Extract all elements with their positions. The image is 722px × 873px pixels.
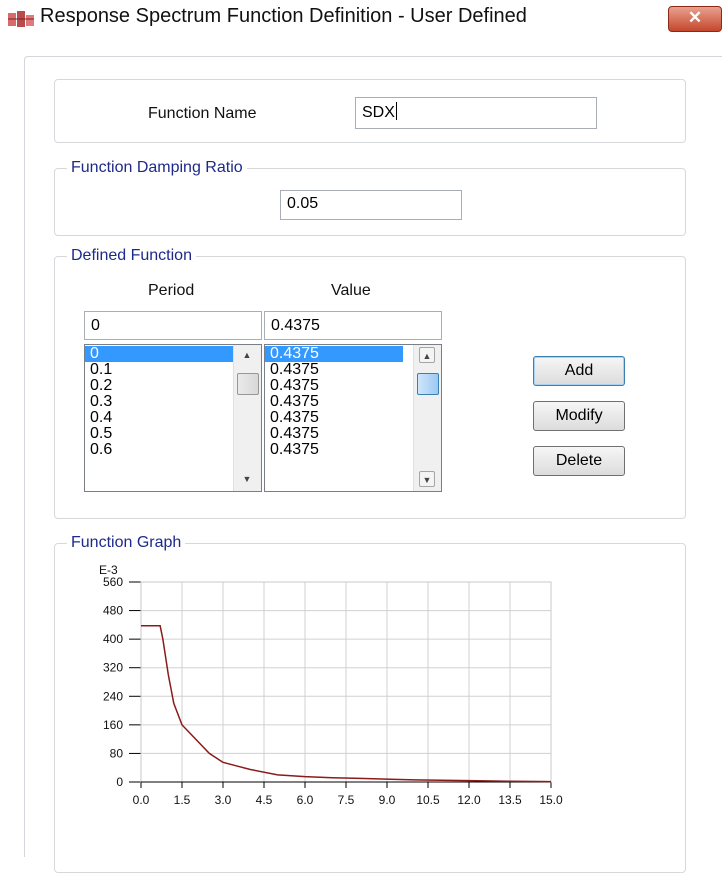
y-tick-label: 400 [103, 632, 123, 646]
delete-button[interactable]: Delete [533, 446, 625, 476]
period-input[interactable]: 0 [84, 311, 262, 340]
damping-ratio-value: 0.05 [287, 195, 319, 212]
title-bar: Response Spectrum Function Definition - … [0, 0, 722, 38]
scroll-down-icon[interactable]: ▼ [419, 471, 435, 487]
period-listbox[interactable]: 0 0.1 0.2 0.3 0.4 0.5 0.6 ▲ ▼ [84, 344, 262, 492]
x-tick-label: 0.0 [133, 793, 150, 807]
close-button[interactable]: ✕ [668, 6, 722, 32]
text-caret [395, 102, 397, 120]
period-input-value: 0 [91, 317, 100, 334]
y-tick-label: 240 [103, 689, 123, 703]
value-listbox[interactable]: 0.4375 0.4375 0.4375 0.4375 0.4375 0.437… [264, 344, 442, 492]
y-tick-label: 80 [110, 746, 124, 760]
function-name-label: Function Name [148, 105, 257, 122]
value-scrollbar[interactable]: ▲ ▼ [413, 345, 441, 491]
app-icon [8, 11, 34, 27]
x-tick-label: 4.5 [256, 793, 273, 807]
damping-ratio-title: Function Damping Ratio [67, 159, 247, 177]
damping-ratio-input[interactable]: 0.05 [280, 190, 462, 220]
add-button[interactable]: Add [533, 356, 625, 386]
function-name-value: SDX [362, 104, 395, 121]
x-tick-label: 3.0 [215, 793, 232, 807]
y-multiplier-label: E-3 [99, 563, 118, 577]
scroll-down-icon[interactable]: ▼ [239, 471, 255, 487]
value-input[interactable]: 0.4375 [264, 311, 442, 340]
value-scroll-thumb[interactable] [417, 373, 439, 395]
value-list-item[interactable]: 0.4375 [265, 346, 403, 362]
window-title: Response Spectrum Function Definition - … [40, 5, 527, 27]
function-name-input[interactable]: SDX [355, 97, 597, 129]
x-tick-label: 10.5 [416, 793, 440, 807]
value-input-value: 0.4375 [271, 317, 320, 334]
y-tick-label: 560 [103, 575, 123, 589]
scroll-up-icon[interactable]: ▲ [239, 347, 255, 363]
y-tick-label: 160 [103, 718, 123, 732]
function-name-group: Function Name SDX [54, 79, 686, 143]
y-tick-label: 320 [103, 661, 123, 675]
damping-ratio-group: 0.05 [54, 168, 686, 236]
x-tick-label: 12.0 [457, 793, 481, 807]
x-tick-label: 9.0 [379, 793, 396, 807]
period-scrollbar[interactable]: ▲ ▼ [233, 345, 261, 491]
function-graph-group: 0.0 1.5 3.0 4.5 6.0 7.5 9.0 10.5 12.0 13.5 15.0 0 80… [54, 543, 686, 873]
y-tick-label: 0 [116, 775, 123, 789]
x-tick-label: 6.0 [297, 793, 314, 807]
x-tick-label: 1.5 [174, 793, 191, 807]
period-header: Period [148, 282, 195, 299]
defined-function-group: Period Value 0 0.4375 0 0.1 0.2 0.3 0.4 … [54, 256, 686, 519]
function-graph-chart: 0.0 1.5 3.0 4.5 6.0 7.5 9.0 10.5 12.0 13.5 15.0 0 80… [99, 563, 563, 807]
scroll-up-icon[interactable]: ▲ [419, 347, 435, 363]
dialog-panel: Function Name SDX 0.05 Function Damping … [24, 56, 722, 873]
value-header: Value [331, 282, 371, 299]
x-tick-label: 15.0 [539, 793, 563, 807]
defined-function-title: Defined Function [67, 247, 196, 265]
period-scroll-thumb[interactable] [237, 373, 259, 395]
function-graph-title: Function Graph [67, 534, 186, 552]
x-tick-label: 13.5 [498, 793, 522, 807]
y-tick-label: 480 [103, 604, 123, 618]
x-tick-label: 7.5 [338, 793, 355, 807]
close-icon: ✕ [687, 8, 703, 27]
modify-button[interactable]: Modify [533, 401, 625, 431]
